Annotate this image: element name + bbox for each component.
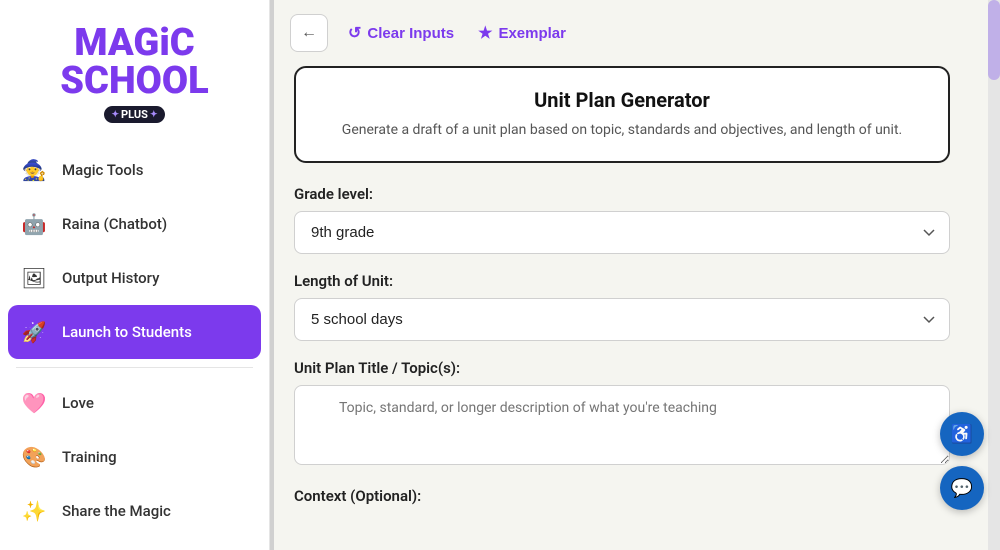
sidebar-nav: 🧙 Magic Tools 🤖 Raina (Chatbot) 🖼 Output… bbox=[0, 143, 269, 550]
main-content: ← ↺ Clear Inputs ★ Exemplar Unit Plan Ge… bbox=[274, 0, 1000, 550]
tool-title: Unit Plan Generator bbox=[320, 88, 924, 112]
logo-line1: MAGiC bbox=[60, 24, 209, 62]
clear-inputs-label: Clear Inputs bbox=[367, 25, 454, 42]
sidebar-item-label: Love bbox=[62, 394, 94, 412]
toolbar-actions: ↺ Clear Inputs ★ Exemplar bbox=[348, 23, 566, 43]
sidebar-item-label: Training bbox=[62, 448, 117, 466]
back-button[interactable]: ← bbox=[290, 14, 328, 52]
grade-label: Grade level: bbox=[294, 185, 950, 203]
clear-inputs-button[interactable]: ↺ Clear Inputs bbox=[348, 23, 454, 43]
sidebar-item-magicstudent-intro[interactable]: 🐰 MagicStudent Intro bbox=[0, 538, 269, 550]
stars-left-icon: ✦ bbox=[112, 110, 120, 120]
logo-plus-text: PLUS bbox=[121, 108, 148, 121]
grade-level-section: Grade level: 9th grade Kindergarten 1st … bbox=[294, 185, 950, 254]
sidebar-item-raina-chatbot[interactable]: 🤖 Raina (Chatbot) bbox=[0, 197, 269, 251]
sidebar-item-label: Magic Tools bbox=[62, 161, 143, 179]
sidebar-item-magic-tools[interactable]: 🧙 Magic Tools bbox=[0, 143, 269, 197]
launch-icon: 🚀 bbox=[20, 318, 48, 346]
exemplar-icon: ★ bbox=[478, 23, 492, 43]
training-icon: 🎨 bbox=[20, 443, 48, 471]
logo-area: MAGiC SCHOOL ✦ PLUS ✦ bbox=[0, 16, 269, 143]
length-section: Length of Unit: 5 school days 1 school d… bbox=[294, 272, 950, 341]
sidebar-item-launch-to-students[interactable]: 🚀 Launch to Students bbox=[8, 305, 261, 359]
toolbar: ← ↺ Clear Inputs ★ Exemplar bbox=[274, 0, 1000, 66]
chat-button[interactable]: 💬 bbox=[940, 466, 984, 510]
scrollbar-track bbox=[988, 0, 1000, 550]
stars-right-icon: ✦ bbox=[150, 110, 158, 120]
floating-buttons: ♿ 💬 bbox=[940, 412, 984, 510]
context-label: Context (Optional): bbox=[294, 487, 950, 505]
length-select[interactable]: 5 school days 1 school day 2 school days… bbox=[294, 298, 950, 341]
content-area: Unit Plan Generator Generate a draft of … bbox=[274, 66, 1000, 550]
topic-textarea-wrapper: 🎙 bbox=[294, 385, 950, 469]
length-label: Length of Unit: bbox=[294, 272, 950, 290]
output-history-icon: 🖼 bbox=[20, 264, 48, 292]
logo-line2: SCHOOL bbox=[60, 62, 209, 100]
sidebar-divider bbox=[16, 367, 253, 368]
sidebar-item-output-history[interactable]: 🖼 Output History bbox=[0, 251, 269, 305]
sidebar-item-love[interactable]: 🩷 Love bbox=[0, 376, 269, 430]
sidebar-item-share-the-magic[interactable]: ✨ Share the Magic bbox=[0, 484, 269, 538]
scrollbar-thumb[interactable] bbox=[988, 0, 1000, 80]
accessibility-button[interactable]: ♿ bbox=[940, 412, 984, 456]
tool-description: Generate a draft of a unit plan based on… bbox=[320, 120, 924, 141]
exemplar-label: Exemplar bbox=[498, 25, 566, 42]
chat-icon: 💬 bbox=[951, 478, 973, 499]
sidebar-item-label: Share the Magic bbox=[62, 502, 171, 520]
logo-plus-badge: ✦ PLUS ✦ bbox=[104, 106, 166, 123]
sidebar-item-training[interactable]: 🎨 Training bbox=[0, 430, 269, 484]
context-section: Context (Optional): bbox=[294, 487, 950, 505]
grade-select[interactable]: 9th grade Kindergarten 1st grade 2nd gra… bbox=[294, 211, 950, 254]
tool-card: Unit Plan Generator Generate a draft of … bbox=[294, 66, 950, 163]
sidebar: MAGiC SCHOOL ✦ PLUS ✦ 🧙 Magic Tools 🤖 Ra… bbox=[0, 0, 270, 550]
exemplar-button[interactable]: ★ Exemplar bbox=[478, 23, 566, 43]
accessibility-icon: ♿ bbox=[951, 424, 973, 445]
magic-tools-icon: 🧙 bbox=[20, 156, 48, 184]
topic-label: Unit Plan Title / Topic(s): bbox=[294, 359, 950, 377]
raina-icon: 🤖 bbox=[20, 210, 48, 238]
clear-inputs-icon: ↺ bbox=[348, 23, 361, 43]
sidebar-item-label: Raina (Chatbot) bbox=[62, 215, 167, 233]
sidebar-item-label: Launch to Students bbox=[62, 323, 192, 341]
topic-section: Unit Plan Title / Topic(s): 🎙 bbox=[294, 359, 950, 469]
sidebar-item-label: Output History bbox=[62, 269, 159, 287]
topic-textarea[interactable] bbox=[294, 385, 950, 465]
love-icon: 🩷 bbox=[20, 389, 48, 417]
share-icon: ✨ bbox=[20, 497, 48, 525]
